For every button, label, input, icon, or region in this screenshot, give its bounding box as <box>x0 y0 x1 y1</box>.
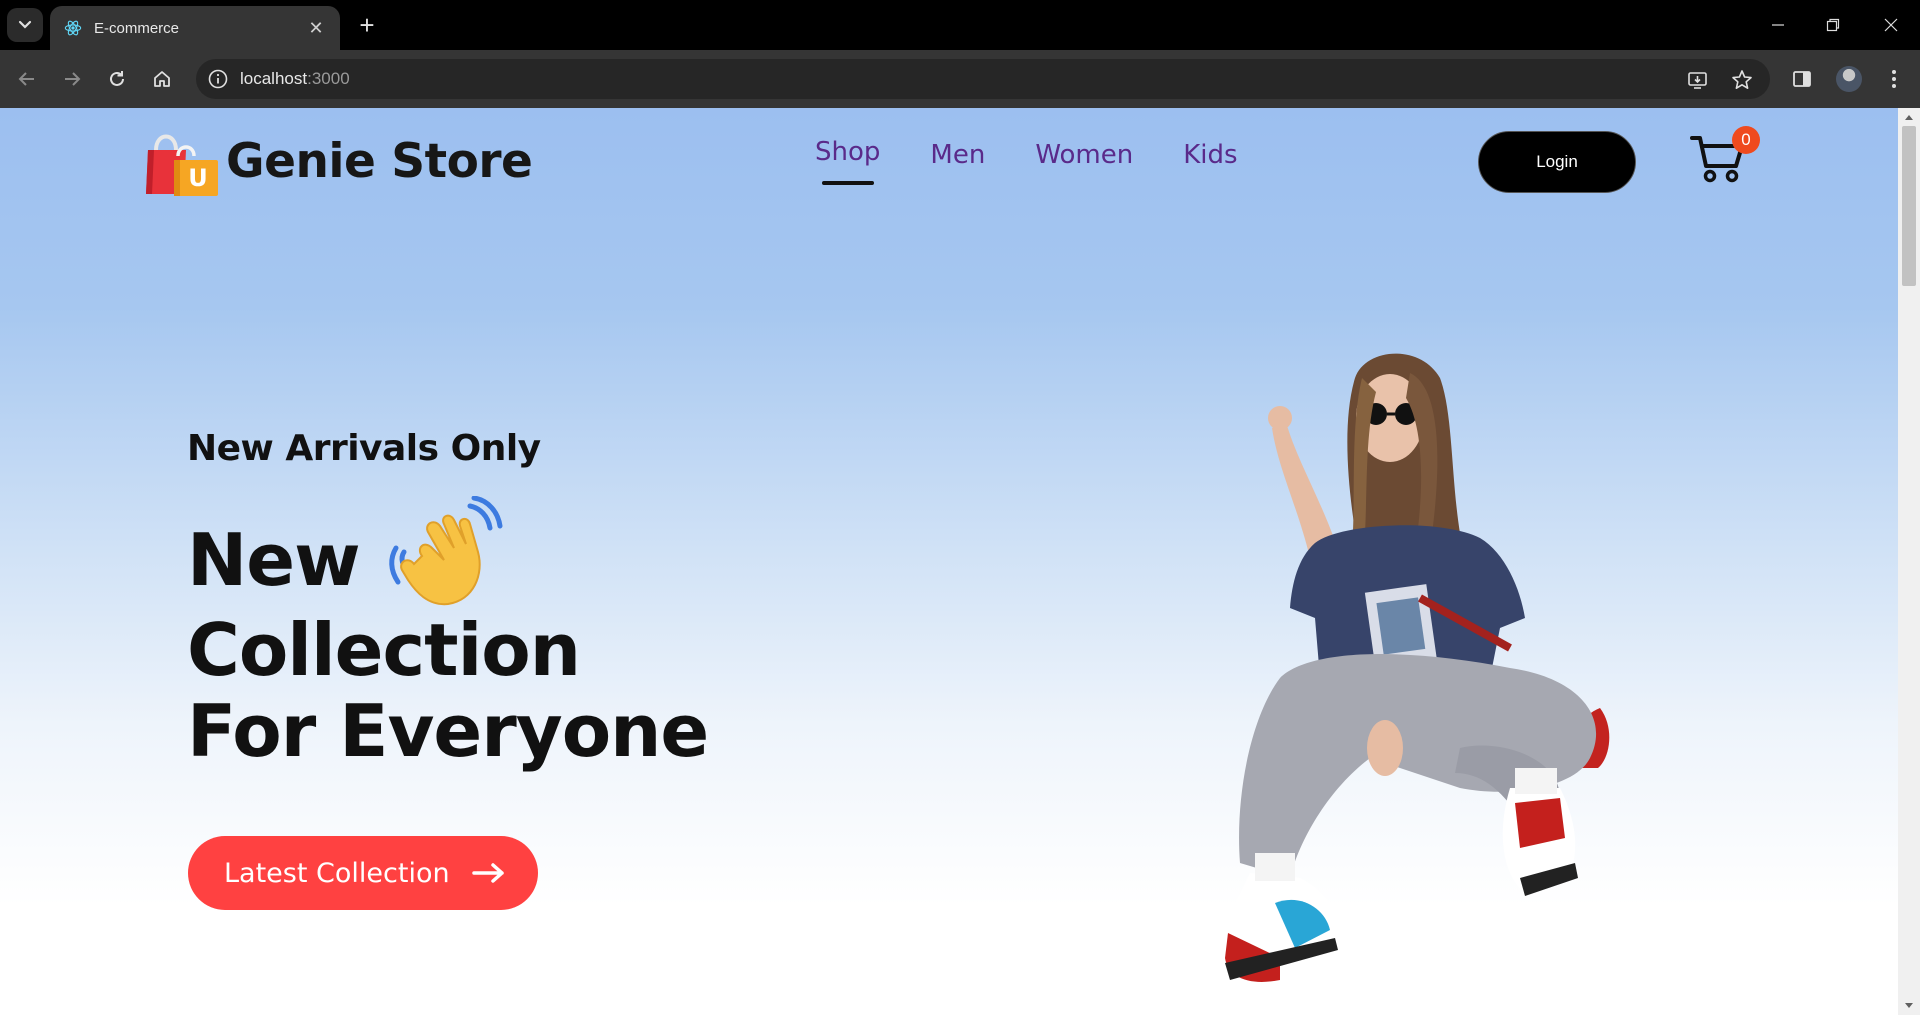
brand-name: Genie Store <box>226 133 533 189</box>
scroll-up-arrow[interactable] <box>1898 110 1920 124</box>
arrow-left-icon <box>18 72 34 86</box>
page-scrollbar[interactable] <box>1898 108 1920 1015</box>
login-button[interactable]: Login <box>1478 131 1636 193</box>
forward-button[interactable] <box>57 64 87 94</box>
restore-button[interactable] <box>1818 10 1848 40</box>
minimize-icon <box>1772 24 1784 26</box>
minimize-button[interactable] <box>1763 10 1793 40</box>
hero-model-image <box>1225 353 1610 982</box>
menu-item-men[interactable]: Men <box>905 140 1010 170</box>
menu-item-shop[interactable]: Shop <box>790 137 905 185</box>
menu-item-kids[interactable]: Kids <box>1158 140 1262 170</box>
waving-hand-icon <box>388 496 503 606</box>
home-icon <box>154 71 170 87</box>
bookmark-star-icon[interactable] <box>1730 68 1754 92</box>
brand-logo[interactable]: U Genie Store <box>142 124 533 198</box>
active-underline <box>821 181 874 185</box>
reload-button[interactable] <box>102 64 132 94</box>
browser-tabstrip: E-commerce ✕ + <box>0 0 1920 50</box>
install-app-icon[interactable] <box>1686 68 1710 92</box>
hero-headline-row: New <box>187 496 508 616</box>
home-button[interactable] <box>147 64 177 94</box>
side-panel-button[interactable] <box>1788 65 1816 93</box>
site-info-icon[interactable] <box>206 67 230 91</box>
hero-headline-line2: Collection <box>187 608 581 692</box>
cart-count-badge: 0 <box>1732 126 1760 154</box>
address-bar[interactable]: localhost:3000 <box>196 59 1770 99</box>
back-button[interactable] <box>12 64 42 94</box>
reload-icon <box>110 71 124 86</box>
main-menu: Shop Men Women Kids <box>790 137 1263 185</box>
hero-headline-word: New <box>187 518 361 602</box>
scroll-thumb[interactable] <box>1902 126 1916 286</box>
chevron-down-icon <box>18 20 32 29</box>
close-window-button[interactable] <box>1876 10 1906 40</box>
page-viewport: U Genie Store Shop Men Women Kids Login … <box>0 108 1898 1015</box>
menu-label: Kids <box>1183 140 1238 170</box>
menu-label: Shop <box>815 137 881 167</box>
scroll-down-arrow[interactable] <box>1898 999 1920 1013</box>
arrow-right-icon <box>471 863 504 883</box>
close-icon <box>1884 18 1898 32</box>
latest-collection-button[interactable]: Latest Collection <box>188 836 538 910</box>
menu-label: Women <box>1035 140 1134 170</box>
hero-headline: Collection For Everyone <box>187 608 709 773</box>
hero-headline-line3: For Everyone <box>187 688 709 773</box>
cta-label: Latest Collection <box>224 857 450 889</box>
caret-up-icon <box>1905 115 1913 120</box>
side-panel-icon <box>1793 71 1811 87</box>
profile-avatar[interactable] <box>1836 66 1862 92</box>
tab-close-icon[interactable]: ✕ <box>306 18 326 39</box>
arrow-right-icon <box>65 72 81 86</box>
tab-title: E-commerce <box>94 19 180 37</box>
more-vertical-icon <box>1892 70 1896 88</box>
logo-letter: U <box>188 164 208 192</box>
url-text: localhost:3000 <box>240 69 350 88</box>
browser-tab[interactable]: E-commerce ✕ <box>50 6 340 50</box>
new-tab-button[interactable]: + <box>352 10 382 40</box>
hero-subtitle: New Arrivals Only <box>187 428 541 469</box>
tab-search-button[interactable] <box>7 8 43 42</box>
menu-item-women[interactable]: Women <box>1010 140 1158 170</box>
caret-down-icon <box>1905 1003 1913 1008</box>
react-icon <box>64 20 82 36</box>
menu-label: Men <box>930 140 986 170</box>
browser-menu-button[interactable] <box>1880 65 1908 93</box>
restore-icon <box>1826 18 1840 32</box>
browser-toolbar: localhost:3000 <box>0 50 1920 108</box>
